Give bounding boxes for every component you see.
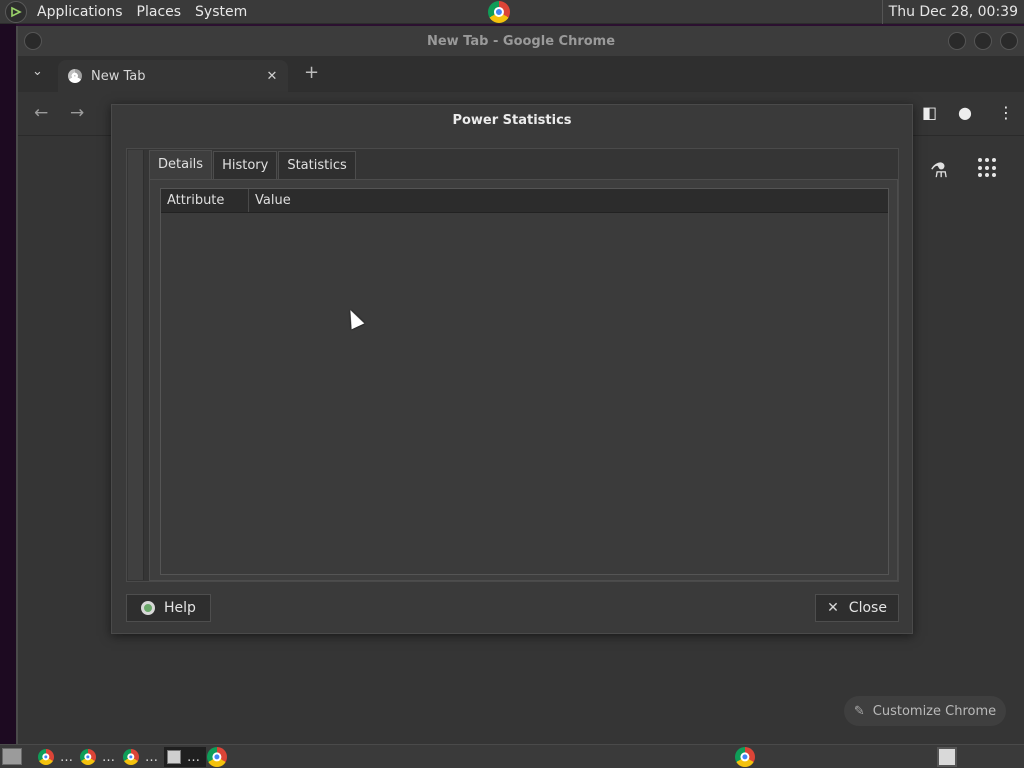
tab-label: New Tab [91, 68, 146, 84]
taskbar-item-label: … [102, 749, 115, 765]
column-header-attribute[interactable]: Attribute [161, 189, 249, 212]
chrome-icon [38, 749, 54, 765]
tab-details[interactable]: Details [149, 150, 213, 179]
taskbar-item[interactable]: … [38, 747, 73, 767]
window-menu-icon[interactable] [24, 32, 42, 50]
chrome-icon [123, 749, 139, 765]
taskbar-item-label: … [60, 749, 73, 765]
chrome-launcher-icon[interactable] [488, 1, 510, 23]
pencil-icon: ✎ [853, 703, 865, 719]
chrome-icon [735, 747, 755, 767]
maximize-button[interactable] [974, 32, 992, 50]
window-titlebar[interactable]: New Tab - Google Chrome [18, 26, 1024, 56]
lifebuoy-icon [141, 601, 156, 615]
taskbar-item[interactable]: … [123, 747, 158, 767]
taskbar-item-label: … [187, 749, 200, 765]
statistics-notebook: Details History Statistics Attribute Val… [149, 150, 898, 581]
more-menu-icon[interactable]: ⋮ [998, 103, 1014, 122]
back-arrow-icon[interactable]: ← [34, 103, 48, 123]
workspace-switcher-icon[interactable] [937, 747, 957, 767]
dialog-content-frame: Details History Statistics Attribute Val… [126, 148, 899, 582]
chrome-icon [80, 749, 96, 765]
tab-close-icon[interactable]: ✕ [262, 69, 282, 84]
new-tab-button[interactable]: + [304, 62, 319, 83]
window-close-button[interactable] [1000, 32, 1018, 50]
clock[interactable]: Thu Dec 28, 00:39 [881, 0, 1018, 24]
tab-strip: ⌄ New Tab ✕ + [18, 56, 1024, 92]
taskbar-item[interactable] [735, 747, 755, 767]
bottom-panel: … … … … [0, 744, 1024, 768]
close-button[interactable]: ✕ Close [815, 594, 899, 622]
help-button[interactable]: Help [126, 594, 211, 622]
tab-statistics[interactable]: Statistics [278, 151, 356, 179]
applications-menu-icon[interactable] [5, 0, 27, 23]
forward-arrow-icon[interactable]: → [70, 103, 84, 123]
show-desktop-icon[interactable] [2, 748, 22, 765]
top-panel: Applications Places System Thu Dec 28, 0… [0, 0, 1024, 24]
minimize-button[interactable] [948, 32, 966, 50]
applications-menu[interactable]: Applications [30, 0, 130, 24]
taskbar-item[interactable] [207, 747, 227, 767]
flask-icon[interactable]: ⚗ [930, 158, 948, 182]
customize-chrome-button[interactable]: ✎ Customize Chrome [844, 696, 1006, 726]
taskbar-item-power-statistics[interactable]: … [164, 747, 206, 767]
tab-history[interactable]: History [213, 151, 278, 179]
system-menu[interactable]: System [188, 0, 254, 24]
chrome-icon [207, 747, 227, 767]
close-icon: ✕ [827, 600, 839, 616]
taskbar-item-label: … [145, 749, 158, 765]
power-statistics-dialog: Power Statistics Details History Statist… [111, 104, 913, 634]
power-statistics-icon [167, 750, 181, 764]
tab-bar: Details History Statistics [149, 150, 898, 179]
details-table[interactable]: Attribute Value [160, 188, 889, 575]
side-panel-icon[interactable]: ◧ [922, 103, 937, 122]
chrome-tab-icon [68, 69, 82, 83]
close-label: Close [848, 600, 887, 616]
device-list[interactable] [128, 150, 144, 580]
tab-new-tab[interactable]: New Tab ✕ [58, 60, 288, 92]
profile-icon[interactable]: ● [958, 103, 972, 122]
dialog-title: Power Statistics [452, 113, 572, 128]
tab-search-icon[interactable]: ⌄ [32, 64, 43, 79]
column-header-value[interactable]: Value [249, 189, 291, 212]
grid-icon[interactable] [978, 158, 998, 178]
table-header: Attribute Value [161, 189, 888, 213]
taskbar-item[interactable]: … [80, 747, 115, 767]
details-page: Attribute Value [149, 179, 898, 581]
window-title: New Tab - Google Chrome [426, 33, 616, 49]
places-menu[interactable]: Places [130, 0, 189, 24]
help-label: Help [164, 600, 196, 616]
customize-chrome-label: Customize Chrome [872, 703, 997, 719]
desktop-edge [0, 24, 16, 744]
